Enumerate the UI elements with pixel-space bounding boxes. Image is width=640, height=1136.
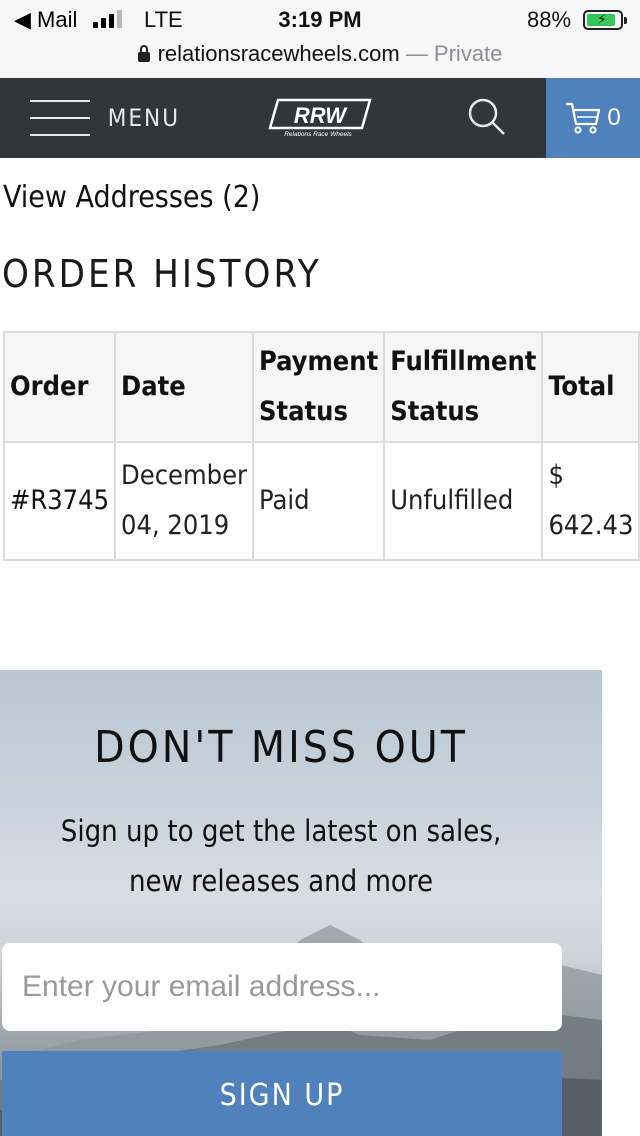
order-date-line2: 04, 2019 [121,510,230,541]
logo-subtext: Relations Race Wheels [284,131,352,138]
newsletter-title: DON'T MISS OUT [94,722,468,773]
battery-icon: ⚡ [583,10,627,30]
search-icon[interactable] [466,96,506,136]
private-label: — Private [405,41,503,66]
hamburger-icon [30,98,90,138]
url-host: relationsracewheels.com [157,41,400,66]
order-history-title: ORDER HISTORY [2,252,322,296]
table-header-row: Order Date Payment Status Fulfillment Stat… [2,331,640,443]
order-total: $642.43 [541,441,640,561]
payment-status: Paid [252,441,386,561]
fulfillment-status: Unfulfilled [383,441,544,561]
cart-count: 0 [607,104,621,131]
header-payment-line1: Payment [259,346,379,377]
order-total-value: 642.43 [548,510,634,541]
sign-up-button[interactable]: SIGN UP [2,1051,562,1136]
header-payment-status: Payment Status [252,331,386,443]
header-fulfillment-line1: Fulfillment [390,346,537,377]
cart-button[interactable]: 0 [546,78,640,158]
header-date: Date [114,331,255,443]
cart-icon [566,102,601,134]
site-header: MENU RRW Relations Race Wheels [0,78,640,158]
logo-text: RRW [294,103,348,128]
menu-label: MENU [107,104,180,132]
order-date: December 04, 2019 [114,441,255,561]
order-history-table: Order Date Payment Status Fulfillment Stat… [2,331,640,561]
newsletter-section: DON'T MISS OUT Sign up to get the latest… [0,670,602,1136]
site-logo[interactable]: RRW Relations Race Wheels [268,98,372,138]
battery-percent: 88% [527,7,572,32]
header-order: Order [2,331,117,443]
status-bar: ◀ Mail LTE 3:19 PM 88% ⚡ [0,0,640,40]
order-date-line1: December [121,460,248,491]
header-payment-line2: Status [259,396,348,427]
lock-icon [137,45,150,62]
view-addresses-link[interactable]: View Addresses (2) [3,180,260,215]
newsletter-text: Sign up to get the latest on sales, new … [60,814,502,898]
order-number-link[interactable]: #R3745 [2,441,117,561]
url-bar[interactable]: relationsracewheels.com — Private [0,40,640,78]
header-fulfillment-line2: Status [390,396,480,427]
header-fulfillment-status: Fulfillment Status [383,331,544,443]
order-total-symbol: $ [548,460,564,491]
table-row: #R3745 December 04, 2019 Paid Unfulfilled… [2,441,640,561]
email-input[interactable] [2,943,562,1031]
menu-button[interactable]: MENU [30,96,180,140]
header-total: Total [541,331,640,443]
